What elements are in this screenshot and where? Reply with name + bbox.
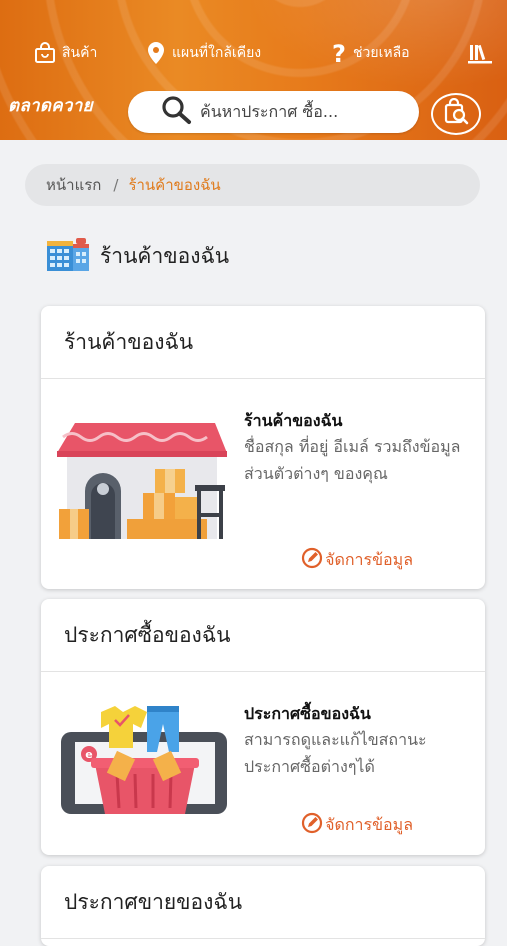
nav-help[interactable]: ? ช่วยเหลือ: [330, 38, 410, 68]
advanced-search-button[interactable]: [431, 93, 481, 135]
my-buy-posts-card: ประกาศซื้อของฉัน e ประกาศซื้อของฉัน สามา…: [41, 599, 485, 855]
edit-icon: [301, 812, 323, 838]
map-pin-icon: [145, 41, 167, 65]
breadcrumb-current: ร้านค้าของฉัน: [128, 176, 221, 194]
nav-products[interactable]: สินค้า: [33, 38, 97, 68]
shopping-illustration-icon: e: [55, 702, 230, 826]
my-store-card: ร้านค้าของฉัน ร้านค้าของฉัน ชื่อสกุล ที่…: [41, 306, 485, 589]
card-title: ประกาศซื้อของฉัน: [244, 704, 371, 723]
card-header: ประกาศซื้อของฉัน: [41, 599, 485, 672]
card-body: ร้านค้าของฉัน ชื่อสกุล ที่อยู่ อีเมล์ รว…: [41, 379, 485, 589]
library-icon: [467, 41, 493, 65]
search-box-icon: [442, 97, 470, 130]
nav-products-label: สินค้า: [62, 45, 98, 61]
card-description: ชื่อสกุล ที่อยู่ อีเมล์ รวมถึงข้อมูลส่วน…: [244, 437, 461, 483]
my-sell-posts-card: ประกาศขายของฉัน: [41, 866, 485, 946]
svg-text:e: e: [85, 748, 92, 761]
nav-help-label: ช่วยเหลือ: [353, 45, 410, 61]
search-bar[interactable]: ค้นหาประกาศ ซื้อ...: [128, 91, 419, 133]
edit-icon: [301, 547, 323, 573]
svg-text:?: ?: [332, 40, 346, 66]
manage-data-button[interactable]: จัดการข้อมูล: [301, 812, 413, 838]
manage-data-button[interactable]: จัดการข้อมูล: [301, 547, 413, 573]
manage-data-label: จัดการข้อมูล: [325, 814, 413, 834]
card-header: ประกาศขายของฉัน: [41, 866, 485, 939]
nav-nearby-map-label: แผนที่ใกล้เคียง: [172, 45, 262, 61]
card-body: e ประกาศซื้อของฉัน สามารถดูและแก้ไขสถานะ…: [41, 672, 485, 855]
brand-logo-text[interactable]: ตลาดควาย: [8, 92, 93, 119]
store-illustration-icon: [55, 417, 230, 549]
shopping-bag-icon: [33, 41, 57, 65]
search-input[interactable]: ค้นหาประกาศ ซื้อ...: [200, 100, 338, 125]
store-icon: [46, 235, 90, 277]
breadcrumb-home-link[interactable]: หน้าแรก: [46, 173, 101, 197]
card-title: ร้านค้าของฉัน: [244, 411, 343, 430]
nav-nearby-map[interactable]: แผนที่ใกล้เคียง: [145, 38, 261, 68]
search-icon: [160, 95, 194, 129]
library-button[interactable]: [467, 38, 493, 68]
question-icon: ?: [330, 40, 348, 66]
page-title: ร้านค้าของฉัน: [100, 243, 230, 268]
page-title-row: ร้านค้าของฉัน: [46, 236, 229, 276]
breadcrumb: หน้าแรก / ร้านค้าของฉัน: [25, 164, 480, 206]
breadcrumb-separator: /: [113, 176, 119, 194]
card-header: ร้านค้าของฉัน: [41, 306, 485, 379]
card-description: สามารถดูและแก้ไขสถานะประกาศซื้อต่างๆได้: [244, 730, 427, 776]
manage-data-label: จัดการข้อมูล: [325, 549, 413, 569]
